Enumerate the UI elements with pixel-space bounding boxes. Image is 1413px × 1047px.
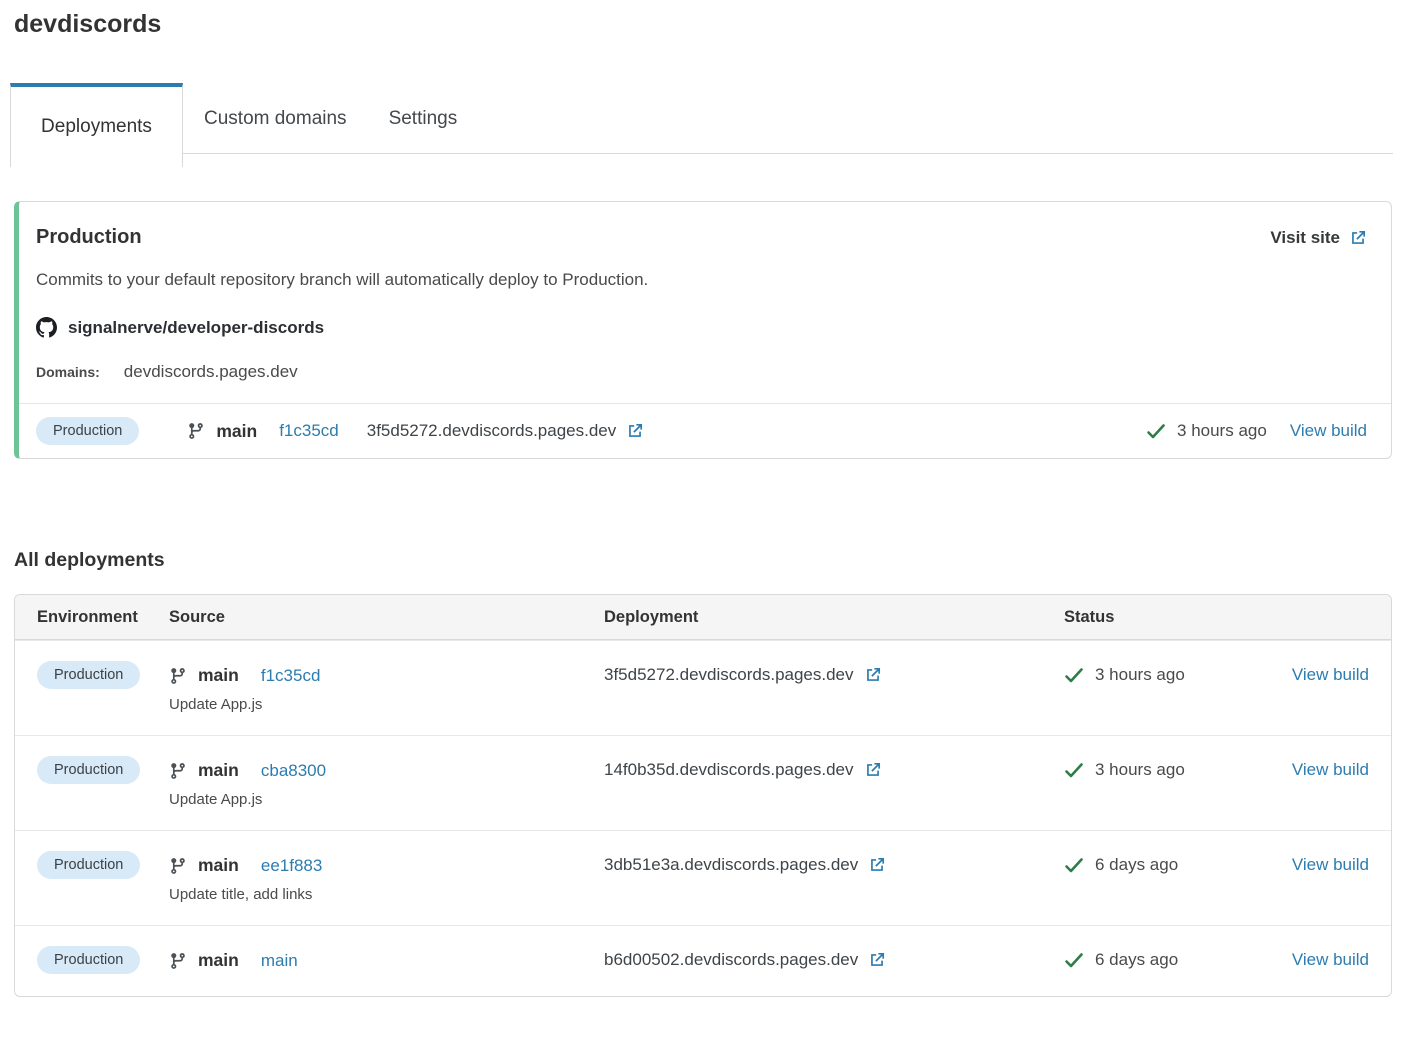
source-cell: main f1c35cd Update App.js xyxy=(169,665,604,713)
status-group: 3 hours ago View build xyxy=(1146,421,1367,441)
branch-name: main xyxy=(198,950,239,971)
environment-badge: Production xyxy=(37,661,140,689)
branch-name: main xyxy=(198,855,239,876)
commit-link[interactable]: cba8300 xyxy=(261,761,326,781)
visit-site-label: Visit site xyxy=(1270,228,1340,248)
visit-site-link[interactable]: Visit site xyxy=(1270,228,1367,248)
status-time: 3 hours ago xyxy=(1095,665,1185,685)
source-cell: main cba8300 Update App.js xyxy=(169,760,604,808)
check-icon xyxy=(1064,857,1084,873)
environment-badge: Production xyxy=(37,851,140,879)
production-card-title: Production xyxy=(36,226,142,249)
source-cell: main main xyxy=(169,950,604,971)
environment-badge: Production xyxy=(37,946,140,974)
check-icon xyxy=(1064,667,1084,683)
status-time: 3 hours ago xyxy=(1177,421,1267,441)
branch-name: main xyxy=(198,665,239,686)
domain-value: devdiscords.pages.dev xyxy=(124,362,298,382)
view-build-link[interactable]: View build xyxy=(1292,855,1369,875)
deployment-url: 3f5d5272.devdiscords.pages.dev xyxy=(604,665,854,685)
deployment-url-link[interactable]: 3f5d5272.devdiscords.pages.dev xyxy=(367,421,645,441)
commit-link[interactable]: main xyxy=(261,951,298,971)
page-title: devdiscords xyxy=(14,10,1413,39)
git-branch-icon xyxy=(169,762,187,780)
check-icon xyxy=(1064,762,1084,778)
external-link-icon xyxy=(868,856,886,874)
deployments-table: Environment Source Deployment Status Pro… xyxy=(14,594,1392,997)
status-time: 6 days ago xyxy=(1095,855,1178,875)
external-link-icon xyxy=(626,422,644,440)
column-header-deployment: Deployment xyxy=(604,608,1064,627)
git-branch-icon xyxy=(187,422,205,440)
source-cell: main ee1f883 Update title, add links xyxy=(169,855,604,903)
commit-link[interactable]: f1c35cd xyxy=(279,421,339,441)
deployment-url: 3f5d5272.devdiscords.pages.dev xyxy=(367,421,617,441)
status-cell: 6 days ago xyxy=(1064,855,1282,875)
commit-message: Update App.js xyxy=(169,791,604,808)
production-card: Production Visit site Commits to your de… xyxy=(14,201,1392,459)
table-row: Production main f1c35cd Update App.js 3f… xyxy=(15,640,1391,735)
table-row: Production main cba8300 Update App.js 14… xyxy=(15,735,1391,830)
tab-settings[interactable]: Settings xyxy=(368,83,479,154)
view-build-link[interactable]: View build xyxy=(1292,760,1369,780)
environment-badge: Production xyxy=(37,756,140,784)
external-link-icon xyxy=(864,761,882,779)
status-cell: 3 hours ago xyxy=(1064,760,1282,780)
commit-message: Update title, add links xyxy=(169,886,604,903)
tab-deployments[interactable]: Deployments xyxy=(10,83,183,167)
repo-name: signalnerve/developer-discords xyxy=(68,318,324,338)
deployment-url: 3db51e3a.devdiscords.pages.dev xyxy=(604,855,858,875)
table-row: Production main main b6d00502.devdiscord… xyxy=(15,925,1391,996)
branch-group: main xyxy=(187,421,257,442)
environment-badge: Production xyxy=(36,417,139,445)
git-branch-icon xyxy=(169,857,187,875)
external-link-icon xyxy=(864,666,882,684)
deployment-url-link[interactable]: 3f5d5272.devdiscords.pages.dev xyxy=(604,665,1064,685)
external-link-icon xyxy=(868,951,886,969)
github-icon xyxy=(36,317,57,338)
view-build-link[interactable]: View build xyxy=(1290,421,1367,441)
status-cell: 6 days ago xyxy=(1064,950,1282,970)
column-header-status: Status xyxy=(1064,608,1282,627)
table-row: Production main ee1f883 Update title, ad… xyxy=(15,830,1391,925)
table-header: Environment Source Deployment Status xyxy=(15,595,1391,640)
deployment-url: b6d00502.devdiscords.pages.dev xyxy=(604,950,858,970)
all-deployments-title: All deployments xyxy=(14,549,1413,572)
status-time: 3 hours ago xyxy=(1095,760,1185,780)
column-header-environment: Environment xyxy=(37,608,169,627)
status-cell: 3 hours ago xyxy=(1064,665,1282,685)
domains-row: Domains: devdiscords.pages.dev xyxy=(36,362,1367,403)
commit-link[interactable]: f1c35cd xyxy=(261,666,321,686)
deployment-url: 14f0b35d.devdiscords.pages.dev xyxy=(604,760,854,780)
status-time: 6 days ago xyxy=(1095,950,1178,970)
git-branch-icon xyxy=(169,667,187,685)
deployment-url-link[interactable]: b6d00502.devdiscords.pages.dev xyxy=(604,950,1064,970)
view-build-link[interactable]: View build xyxy=(1292,665,1369,685)
commit-link[interactable]: ee1f883 xyxy=(261,856,322,876)
deployment-url-link[interactable]: 14f0b35d.devdiscords.pages.dev xyxy=(604,760,1064,780)
production-card-description: Commits to your default repository branc… xyxy=(36,270,1367,290)
branch-name: main xyxy=(198,760,239,781)
check-icon xyxy=(1146,423,1166,439)
repo-link[interactable]: signalnerve/developer-discords xyxy=(36,317,1367,338)
view-build-link[interactable]: View build xyxy=(1292,950,1369,970)
tab-bar: Deployments Custom domains Settings xyxy=(10,83,1393,154)
column-header-source: Source xyxy=(169,608,604,627)
deployment-url-link[interactable]: 3db51e3a.devdiscords.pages.dev xyxy=(604,855,1064,875)
git-branch-icon xyxy=(169,952,187,970)
production-deployment-row: Production main f1c35cd 3f5d5272.devdisc… xyxy=(19,403,1391,458)
tab-custom-domains[interactable]: Custom domains xyxy=(183,83,368,154)
commit-message: Update App.js xyxy=(169,696,604,713)
check-icon xyxy=(1064,952,1084,968)
domains-label: Domains: xyxy=(36,364,100,380)
external-link-icon xyxy=(1349,229,1367,247)
branch-name: main xyxy=(216,421,257,442)
